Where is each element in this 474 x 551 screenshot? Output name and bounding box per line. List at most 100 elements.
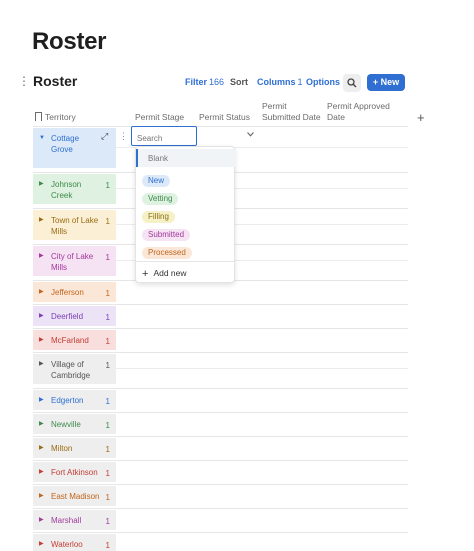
caret-right-icon[interactable]: ▶ <box>39 253 44 259</box>
option-vetting[interactable]: Vetting <box>142 193 179 205</box>
drag-handle-icon[interactable]: ⋮ <box>18 75 30 87</box>
territory-cell[interactable]: ▶ Johnson Creek 1 <box>33 174 116 204</box>
territory-count: 1 <box>105 421 110 430</box>
table-row[interactable]: ▶ Village of Cambridge 1 <box>33 352 408 386</box>
territory-count: 1 <box>105 217 110 226</box>
table-row[interactable]: ▶ McFarland 1 <box>33 328 408 352</box>
territory-count: 1 <box>105 337 110 346</box>
territory-count: 1 <box>105 469 110 478</box>
new-button[interactable]: + New <box>367 74 405 91</box>
expand-icon[interactable]: ⤢ <box>101 131 108 142</box>
territory-count: 1 <box>105 541 110 550</box>
territory-count: 1 <box>105 517 110 526</box>
territory-name: Fort Atkinson <box>51 468 98 477</box>
columns-button[interactable]: Columns 1 <box>257 77 303 87</box>
territory-cell[interactable]: ▶ Jefferson 1 <box>33 282 116 302</box>
territory-name: Milton <box>51 444 73 453</box>
caret-right-icon[interactable]: ▶ <box>39 517 44 523</box>
column-header-permit-submitted-date[interactable]: Permit Submitted Date <box>262 101 322 123</box>
options-button[interactable]: Options <box>306 77 340 87</box>
add-new-option-button[interactable]: + Add new <box>142 268 187 280</box>
table-row[interactable]: ▶ Deerfield 1 <box>33 304 408 328</box>
column-header-permit-approved-date[interactable]: Permit Approved Date <box>327 101 397 123</box>
territory-name: Waterloo <box>51 540 83 549</box>
table-row[interactable]: ▶ East Madison 1 <box>33 484 408 508</box>
territory-count: 1 <box>105 445 110 454</box>
territory-count: 1 <box>105 397 110 406</box>
caret-right-icon[interactable]: ▶ <box>39 181 44 187</box>
option-processed[interactable]: Processed <box>142 247 192 259</box>
column-header-permit-status[interactable]: Permit Status <box>199 112 250 123</box>
caret-right-icon[interactable]: ▶ <box>39 421 44 427</box>
caret-right-icon[interactable]: ▶ <box>39 313 44 319</box>
territory-name: Jefferson <box>51 288 84 297</box>
bookmark-icon <box>35 112 42 121</box>
territory-count: 1 <box>105 493 110 502</box>
columns-label: Columns <box>257 77 296 87</box>
permit-stage-search-input[interactable] <box>131 126 197 146</box>
territory-cell[interactable]: ▶ Milton 1 <box>33 438 116 458</box>
option-filling[interactable]: Filling <box>142 211 175 223</box>
table-row[interactable]: ▶ Milton 1 <box>33 436 408 460</box>
table-row[interactable]: ▶ Jefferson 1 <box>33 280 408 304</box>
territory-cell[interactable]: ▶ Fort Atkinson 1 <box>33 462 116 482</box>
table-row[interactable]: ▶ Newville 1 <box>33 412 408 436</box>
caret-right-icon[interactable]: ▶ <box>39 361 44 367</box>
territory-count: 1 <box>105 289 110 298</box>
columns-count: 1 <box>297 77 303 87</box>
territory-name: Marshall <box>51 516 82 525</box>
page-title: Roster <box>32 28 107 55</box>
territory-cell[interactable]: ▶ Edgerton 1 <box>33 390 116 410</box>
territory-name: Johnson Creek <box>51 180 82 200</box>
territory-name: Village of Cambridge <box>51 360 91 380</box>
territory-cell[interactable]: ▶ Village of Cambridge 1 <box>33 354 116 384</box>
plus-icon: + <box>142 268 149 280</box>
option-new[interactable]: New <box>142 175 171 187</box>
territory-cell[interactable]: ▶ McFarland 1 <box>33 330 116 350</box>
territory-cell[interactable]: ▶ Marshall 1 <box>33 510 116 530</box>
caret-right-icon[interactable]: ▶ <box>39 469 44 475</box>
caret-right-icon[interactable]: ▶ <box>39 541 44 547</box>
territory-cell[interactable]: ▶ East Madison 1 <box>33 486 116 506</box>
chevron-down-icon[interactable] <box>247 132 254 137</box>
option-blank[interactable]: Blank <box>136 149 236 167</box>
territory-cell[interactable]: ▶ Deerfield 1 <box>33 306 116 326</box>
plus-icon: + <box>372 77 381 87</box>
territory-cell[interactable]: ▶ Town of Lake Mills 1 <box>33 210 116 240</box>
territory-name: Edgerton <box>51 396 84 405</box>
table-row[interactable]: ▶ Edgerton 1 <box>33 388 408 412</box>
add-new-label: Add new <box>153 268 187 278</box>
column-territory-label: Territory <box>45 112 76 122</box>
territory-name: Town of Lake Mills <box>51 216 99 236</box>
search-icon <box>347 78 357 88</box>
search-button[interactable] <box>343 74 361 92</box>
caret-right-icon[interactable]: ▶ <box>39 289 44 295</box>
caret-right-icon[interactable]: ▶ <box>39 337 44 343</box>
column-header-permit-stage[interactable]: Permit Stage <box>135 112 184 123</box>
filter-count: 166 <box>209 77 225 87</box>
territory-cell[interactable]: ▶ Newville 1 <box>33 414 116 434</box>
territory-name: Deerfield <box>51 312 84 321</box>
option-submitted[interactable]: Submitted <box>142 229 191 241</box>
table-row[interactable]: ▶ Marshall 1 <box>33 508 408 532</box>
table-row[interactable]: ▶ Fort Atkinson 1 <box>33 460 408 484</box>
territory-name: Newville <box>51 420 81 429</box>
dropdown-divider <box>136 261 234 262</box>
database-title[interactable]: Roster <box>33 73 77 89</box>
sort-button[interactable]: Sort <box>230 77 248 87</box>
row-divider <box>116 368 408 369</box>
territory-cell[interactable]: ▶ Waterloo 1 <box>33 534 116 551</box>
caret-down-icon[interactable]: ▼ <box>39 135 45 141</box>
caret-right-icon[interactable]: ▶ <box>39 493 44 499</box>
filter-button[interactable]: Filter 166 <box>185 77 224 87</box>
territory-cell[interactable]: ▶ City of Lake Mills 1 <box>33 246 116 276</box>
add-column-icon[interactable]: + <box>417 110 425 125</box>
caret-right-icon[interactable]: ▶ <box>39 397 44 403</box>
table-row[interactable]: ▶ Waterloo 1 <box>33 532 408 551</box>
territory-name: City of Lake Mills <box>51 252 94 272</box>
column-header-territory[interactable]: Territory <box>35 112 76 123</box>
row-menu-icon[interactable]: ⋮ <box>119 131 128 142</box>
caret-right-icon[interactable]: ▶ <box>39 217 44 223</box>
caret-right-icon[interactable]: ▶ <box>39 445 44 451</box>
territory-name: East Madison <box>51 492 100 501</box>
